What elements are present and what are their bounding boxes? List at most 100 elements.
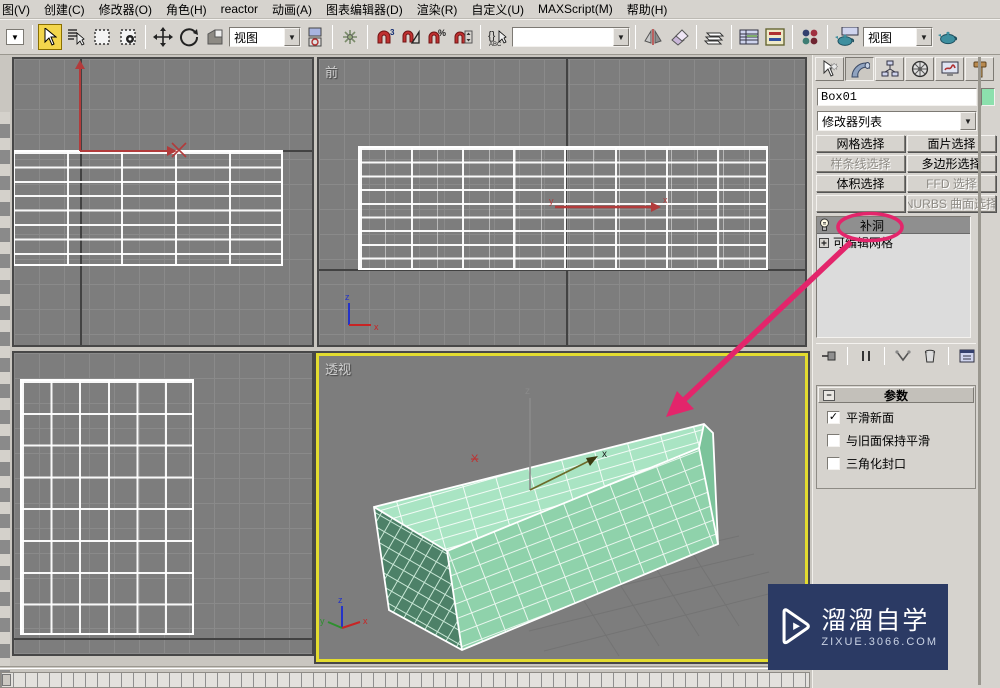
viewport-front[interactable]: 前 y x z x bbox=[317, 57, 807, 347]
select-and-move-icon[interactable] bbox=[151, 24, 175, 50]
time-slider-groove[interactable] bbox=[0, 666, 812, 669]
viewport-left[interactable] bbox=[12, 351, 314, 656]
menu-view[interactable]: 图(V) bbox=[0, 0, 37, 19]
patch-select-button[interactable]: 面片选择 bbox=[907, 135, 996, 152]
show-end-result-icon[interactable] bbox=[857, 346, 875, 366]
tab-motion[interactable] bbox=[905, 57, 934, 81]
snap-toggle-3-icon[interactable]: 3 bbox=[373, 24, 397, 50]
panel-scrollbar[interactable] bbox=[978, 57, 981, 685]
stack-item-cap-holes[interactable]: 补洞 bbox=[817, 217, 970, 234]
remove-modifier-icon[interactable] bbox=[921, 346, 939, 366]
parameters-rollout-header[interactable]: − 参数 bbox=[818, 387, 974, 403]
chevron-down-icon[interactable]: ▼ bbox=[613, 28, 629, 46]
percent-snap-icon[interactable]: % bbox=[425, 24, 449, 50]
triangulate-cap-checkbox[interactable] bbox=[827, 457, 840, 470]
modifier-stack: 补洞 可编辑网格 bbox=[816, 216, 971, 338]
lightbulb-icon[interactable] bbox=[819, 218, 830, 232]
front-view-overlay: y x z x bbox=[319, 59, 807, 347]
chevron-down-icon[interactable]: ▼ bbox=[284, 28, 300, 46]
select-object-icon[interactable] bbox=[38, 24, 62, 50]
box-wireframe-left-view[interactable] bbox=[20, 379, 194, 635]
tab-hierarchy[interactable] bbox=[875, 57, 904, 81]
render-type-dropdown[interactable]: 视图 ▼ bbox=[863, 27, 933, 47]
object-color-swatch[interactable] bbox=[981, 88, 995, 106]
smooth-with-old-faces-checkbox[interactable] bbox=[827, 434, 840, 447]
svg-text:3: 3 bbox=[390, 28, 395, 37]
select-and-rotate-icon[interactable] bbox=[177, 24, 201, 50]
pin-stack-icon[interactable] bbox=[820, 346, 838, 366]
select-and-manipulate-icon[interactable] bbox=[338, 24, 362, 50]
chevron-down-icon[interactable]: ▼ bbox=[916, 28, 932, 46]
gizmo-x-label: x bbox=[602, 449, 607, 460]
menu-modifiers[interactable]: 修改器(O) bbox=[92, 0, 159, 19]
named-selection-sets-icon[interactable]: {}ABC bbox=[486, 24, 510, 50]
box-3d[interactable] bbox=[374, 424, 718, 650]
tab-display[interactable] bbox=[935, 57, 964, 81]
layer-manager-icon[interactable] bbox=[737, 24, 761, 50]
tab-create[interactable] bbox=[815, 57, 844, 81]
menu-rendering[interactable]: 渲染(R) bbox=[410, 0, 465, 19]
spline-select-button: 样条线选择 bbox=[816, 155, 905, 172]
configure-modifier-sets-icon[interactable] bbox=[958, 346, 976, 366]
smooth-new-faces-checkbox[interactable]: ✓ bbox=[827, 411, 840, 424]
material-editor-icon[interactable] bbox=[798, 24, 822, 50]
make-unique-icon[interactable] bbox=[894, 346, 912, 366]
viewport-perspective[interactable]: 透视 bbox=[316, 353, 808, 662]
menu-customize[interactable]: 自定义(U) bbox=[464, 0, 531, 19]
select-by-name-icon[interactable] bbox=[64, 24, 88, 50]
smooth-new-faces-row: ✓ 平滑新面 bbox=[827, 409, 975, 426]
modifier-list-dropdown[interactable]: 修改器列表 ▼ bbox=[817, 111, 977, 131]
viewport-top[interactable] bbox=[12, 57, 314, 347]
left-edge-strip bbox=[0, 112, 10, 688]
angle-snap-icon[interactable] bbox=[399, 24, 423, 50]
modifier-list-value: 修改器列表 bbox=[818, 113, 960, 130]
curve-editor-icon[interactable] bbox=[763, 24, 787, 50]
time-slider-handle[interactable] bbox=[2, 674, 11, 686]
menu-help[interactable]: 帮助(H) bbox=[620, 0, 675, 19]
menu-reactor[interactable]: reactor bbox=[214, 1, 265, 17]
toolbar-separator bbox=[145, 25, 146, 49]
render-scene-icon[interactable] bbox=[833, 24, 861, 50]
gizmo-x-axis-label: X bbox=[471, 453, 479, 465]
expand-plus-icon[interactable] bbox=[819, 238, 829, 248]
object-name-field[interactable] bbox=[817, 88, 977, 106]
spinner-snap-icon[interactable] bbox=[451, 24, 475, 50]
flyout-dropdown-icon[interactable]: ▼ bbox=[3, 24, 27, 50]
mirror-icon[interactable] bbox=[641, 24, 665, 50]
align-icon[interactable] bbox=[667, 24, 691, 50]
gizmo-x-label: x bbox=[663, 195, 668, 205]
menu-animation[interactable]: 动画(A) bbox=[265, 0, 319, 19]
menu-maxscript[interactable]: MAXScript(M) bbox=[531, 1, 620, 17]
tripod-z-label: z bbox=[345, 292, 350, 302]
track-bar[interactable] bbox=[0, 672, 810, 688]
gizmo-y-label: y bbox=[549, 196, 554, 206]
checkbox-label: 三角化封口 bbox=[846, 455, 906, 472]
reference-coordinate-value: 视图 bbox=[230, 29, 284, 46]
collapse-icon[interactable]: − bbox=[823, 390, 835, 401]
menu-create[interactable]: 创建(C) bbox=[37, 0, 92, 19]
command-panel-tabs bbox=[815, 57, 994, 81]
reference-coordinate-dropdown[interactable]: 视图 ▼ bbox=[229, 27, 301, 47]
tripod-x-label: x bbox=[363, 616, 368, 626]
empty-button[interactable] bbox=[816, 195, 905, 212]
stack-item-editable-mesh[interactable]: 可编辑网格 bbox=[817, 234, 970, 251]
chevron-down-icon[interactable]: ▼ bbox=[960, 112, 976, 130]
poly-select-button[interactable]: 多边形选择 bbox=[907, 155, 996, 172]
select-and-scale-icon[interactable] bbox=[203, 24, 227, 50]
viewport-area: 前 y x z x 透视 bbox=[0, 55, 812, 662]
window-crossing-icon[interactable] bbox=[116, 24, 140, 50]
use-pivot-center-icon[interactable] bbox=[303, 24, 327, 50]
menu-graph-editors[interactable]: 图表编辑器(D) bbox=[319, 0, 410, 19]
svg-text:ABC: ABC bbox=[489, 42, 502, 47]
tab-modify[interactable] bbox=[845, 57, 874, 81]
mesh-select-button[interactable]: 网格选择 bbox=[816, 135, 905, 152]
menu-character[interactable]: 角色(H) bbox=[159, 0, 214, 19]
layers-icon[interactable] bbox=[702, 24, 726, 50]
watermark-title: 溜溜自学 bbox=[821, 606, 938, 636]
vol-select-button[interactable]: 体积选择 bbox=[816, 175, 905, 192]
named-selection-dropdown[interactable]: ▼ bbox=[512, 27, 630, 47]
toolbar-separator bbox=[884, 347, 885, 365]
quick-render-icon[interactable] bbox=[935, 24, 963, 50]
toolbar-separator bbox=[696, 25, 697, 49]
rect-selection-region-icon[interactable] bbox=[90, 24, 114, 50]
